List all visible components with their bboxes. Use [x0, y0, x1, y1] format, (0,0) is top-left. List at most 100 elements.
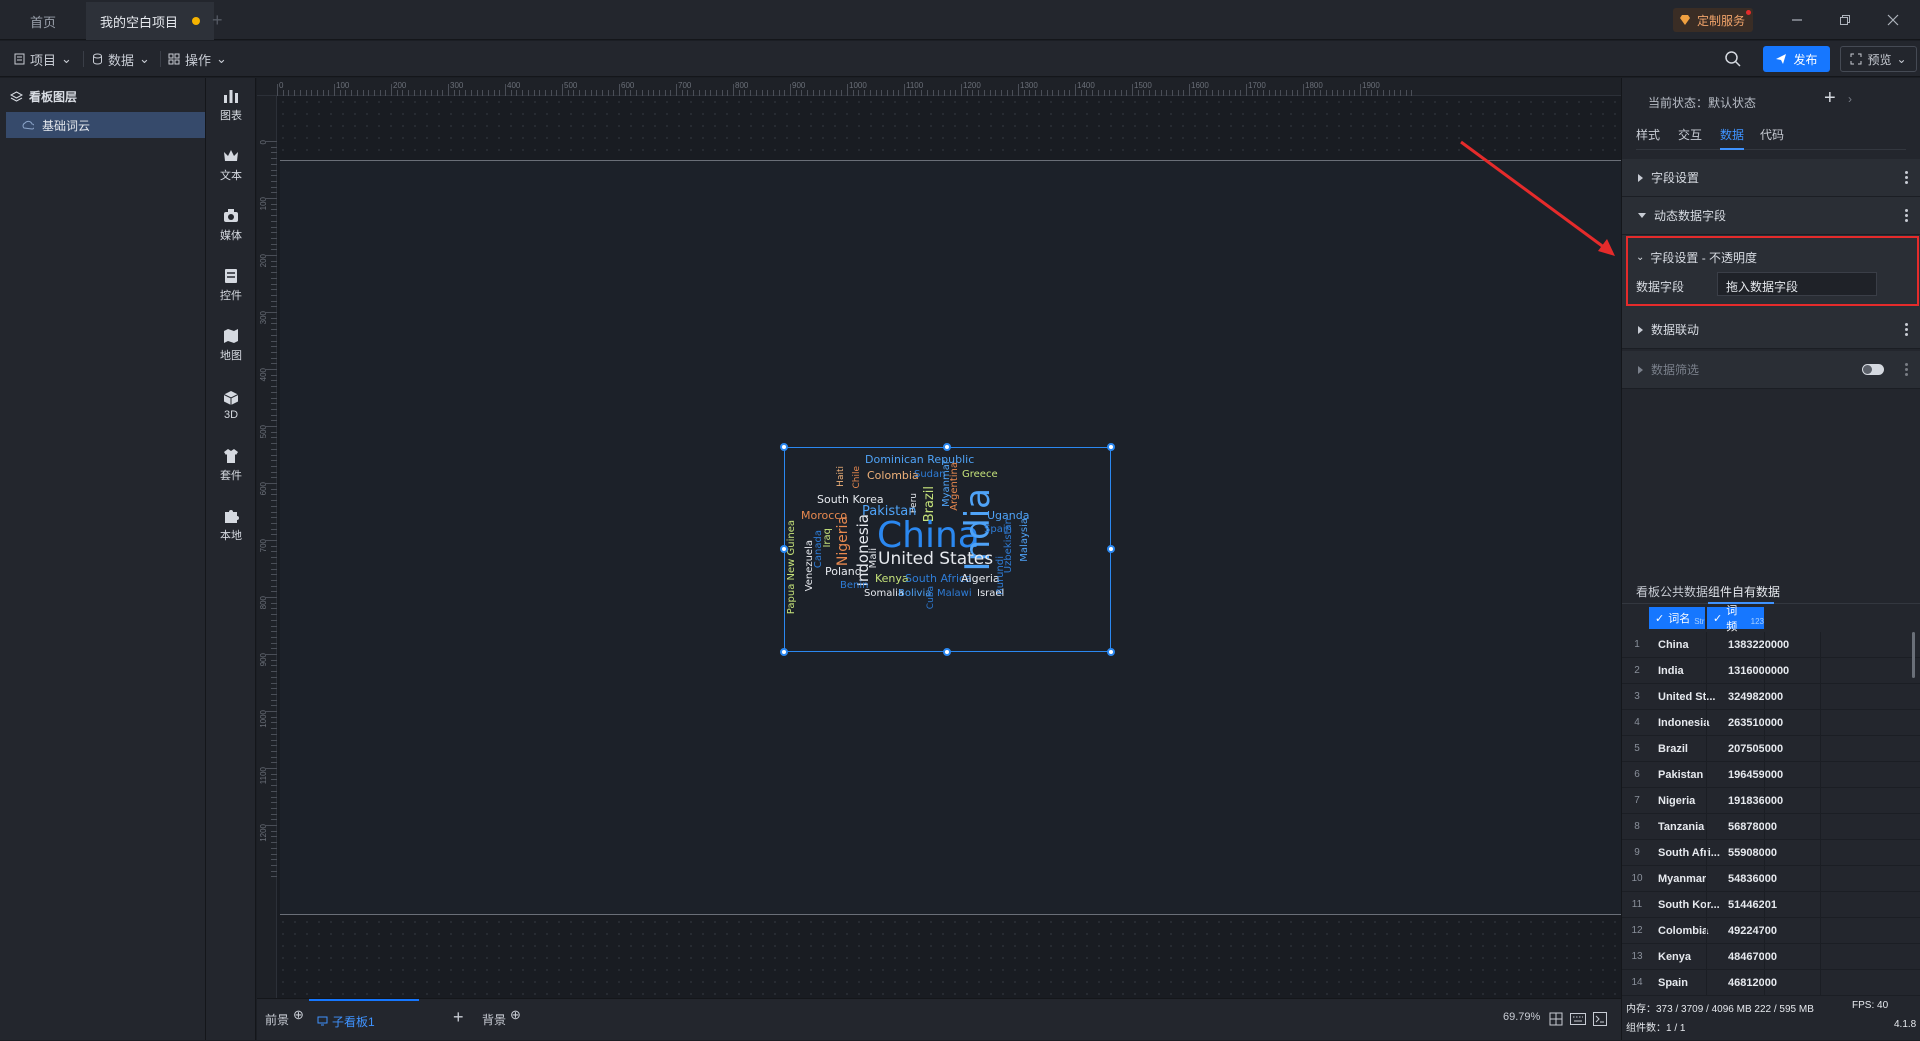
table-row[interactable]: 14 Spain 46812000	[1622, 970, 1920, 996]
new-tab-icon[interactable]: +	[212, 10, 223, 31]
table-row[interactable]: 4 Indonesia 263510000	[1622, 710, 1920, 736]
cell-frequency[interactable]: 324982000	[1728, 684, 1796, 710]
wordcloud-widget[interactable]: Dominican Republic Colombia Sudan Greece Hai…	[780, 443, 1115, 656]
filter-toggle[interactable]	[1862, 364, 1884, 375]
tab-style[interactable]: 样式	[1636, 126, 1660, 143]
section-field-settings[interactable]: 字段设置	[1622, 159, 1920, 197]
layer-item-wordcloud[interactable]: 基础词云	[6, 112, 205, 138]
add-state-icon[interactable]: +	[1824, 87, 1836, 110]
table-row[interactable]: 11 South Kor... 51446201	[1622, 892, 1920, 918]
component-media[interactable]: 媒体	[206, 202, 256, 248]
cell-word[interactable]: United St...	[1658, 684, 1724, 710]
tab-component-own-data[interactable]: 组件自有数据	[1708, 583, 1780, 600]
tab-board-public-data[interactable]: 看板公共数据	[1636, 583, 1708, 600]
section-data-linkage[interactable]: 数据联动	[1622, 311, 1920, 349]
cell-frequency[interactable]: 1383220000	[1728, 632, 1796, 658]
table-row[interactable]: 12 Colombia 49224700	[1622, 918, 1920, 944]
table-row[interactable]: 3 United St... 324982000	[1622, 684, 1920, 710]
table-row[interactable]: 9 South Afri... 55908000	[1622, 840, 1920, 866]
cell-frequency[interactable]: 49224700	[1728, 918, 1796, 944]
cell-frequency[interactable]: 56878000	[1728, 814, 1796, 840]
cell-word[interactable]: Pakistan	[1658, 762, 1724, 788]
preview-button[interactable]: 预览 ⌄	[1840, 46, 1917, 72]
cell-frequency[interactable]: 207505000	[1728, 736, 1796, 762]
tab-project[interactable]: 我的空白项目	[86, 2, 215, 40]
zoom-level[interactable]: 69.79%	[1503, 1011, 1540, 1023]
table-row[interactable]: 1 China 1383220000	[1622, 632, 1920, 658]
search-icon[interactable]	[1724, 50, 1742, 71]
resize-handle-sw[interactable]	[780, 648, 788, 656]
menu-operation[interactable]: 操作 ⌄	[168, 47, 227, 71]
foreground-tab[interactable]: 前景 ⊕	[265, 1007, 304, 1028]
cell-word[interactable]: Kenya	[1658, 944, 1724, 970]
resize-handle-n[interactable]	[943, 443, 951, 451]
cell-word[interactable]: Spain	[1658, 970, 1724, 996]
canvas-area[interactable]: 0 100 200 300 400 500 600 700 800 900 1000 1100 1200…	[257, 78, 1621, 998]
cell-word[interactable]: Colombia	[1658, 918, 1724, 944]
cell-frequency[interactable]: 196459000	[1728, 762, 1796, 788]
keyboard-icon[interactable]	[1570, 1013, 1586, 1028]
console-icon[interactable]	[1593, 1012, 1607, 1029]
sub-board-tab[interactable]: 子看板1	[309, 999, 419, 1041]
section-dynamic-fields[interactable]: 动态数据字段	[1622, 197, 1920, 235]
table-row[interactable]: 5 Brazil 207505000	[1622, 736, 1920, 762]
column-header-word[interactable]: ✓ 词名 Str	[1649, 607, 1705, 629]
table-row[interactable]: 6 Pakistan 196459000	[1622, 762, 1920, 788]
cell-frequency[interactable]: 1316000000	[1728, 658, 1796, 684]
table-row[interactable]: 7 Nigeria 191836000	[1622, 788, 1920, 814]
cell-frequency[interactable]: 51446201	[1728, 892, 1796, 918]
cell-frequency[interactable]: 55908000	[1728, 840, 1796, 866]
add-circle-icon[interactable]: ⊕	[510, 1007, 521, 1023]
close-icon[interactable]	[1870, 0, 1916, 40]
restore-icon[interactable]	[1822, 0, 1868, 40]
check-icon[interactable]: ✓	[1713, 612, 1722, 625]
menu-project[interactable]: 项目 ⌄	[14, 47, 72, 71]
tab-code[interactable]: 代码	[1760, 126, 1784, 143]
component-kit[interactable]: 套件	[206, 442, 256, 488]
resize-handle-s[interactable]	[943, 648, 951, 656]
table-row[interactable]: 8 Tanzania 56878000	[1622, 814, 1920, 840]
tab-data[interactable]: 数据	[1720, 126, 1744, 143]
add-board-icon[interactable]: +	[453, 1007, 464, 1028]
cell-word[interactable]: Indonesia	[1658, 710, 1724, 736]
more-icon[interactable]	[1905, 363, 1909, 376]
minimize-icon[interactable]	[1774, 0, 1820, 40]
resize-handle-nw[interactable]	[780, 443, 788, 451]
cell-word[interactable]: Brazil	[1658, 736, 1724, 762]
resize-handle-ne[interactable]	[1107, 443, 1115, 451]
resize-handle-w[interactable]	[780, 545, 788, 553]
component-map[interactable]: 地图	[206, 322, 256, 368]
table-row[interactable]: 2 India 1316000000	[1622, 658, 1920, 684]
cell-word[interactable]: South Kor...	[1658, 892, 1724, 918]
cell-frequency[interactable]: 46812000	[1728, 970, 1796, 996]
check-icon[interactable]: ✓	[1655, 612, 1664, 625]
background-tab[interactable]: 背景 ⊕	[482, 1007, 521, 1028]
tab-interaction[interactable]: 交互	[1678, 126, 1702, 143]
menu-data[interactable]: 数据 ⌄	[92, 47, 150, 71]
cell-word[interactable]: Myanmar	[1658, 866, 1724, 892]
component-local[interactable]: 本地	[206, 502, 256, 548]
more-icon[interactable]	[1905, 209, 1909, 222]
cell-frequency[interactable]: 263510000	[1728, 710, 1796, 736]
more-icon[interactable]	[1905, 323, 1909, 336]
table-scrollbar[interactable]	[1912, 632, 1915, 678]
table-row[interactable]: 10 Myanmar 54836000	[1622, 866, 1920, 892]
resize-handle-se[interactable]	[1107, 648, 1115, 656]
cell-word[interactable]: Nigeria	[1658, 788, 1724, 814]
column-header-frequency[interactable]: ✓ 词频 123	[1707, 605, 1764, 633]
cell-word[interactable]: China	[1658, 632, 1724, 658]
section-data-filter[interactable]: 数据筛选	[1622, 351, 1920, 389]
fit-screen-icon[interactable]	[1549, 1012, 1563, 1029]
cell-word[interactable]: India	[1658, 658, 1724, 684]
component-3d[interactable]: 3D	[206, 382, 256, 428]
chevron-right-icon[interactable]: ›	[1848, 92, 1852, 106]
tab-home[interactable]: 首页	[16, 2, 70, 40]
resize-handle-e[interactable]	[1107, 545, 1115, 553]
add-circle-icon[interactable]: ⊕	[293, 1007, 304, 1023]
custom-service-button[interactable]: 定制服务	[1673, 8, 1754, 32]
publish-button[interactable]: 发布	[1763, 46, 1830, 72]
more-icon[interactable]	[1905, 171, 1909, 184]
cell-word[interactable]: South Afri...	[1658, 840, 1724, 866]
component-control[interactable]: 控件	[206, 262, 256, 308]
cell-frequency[interactable]: 54836000	[1728, 866, 1796, 892]
